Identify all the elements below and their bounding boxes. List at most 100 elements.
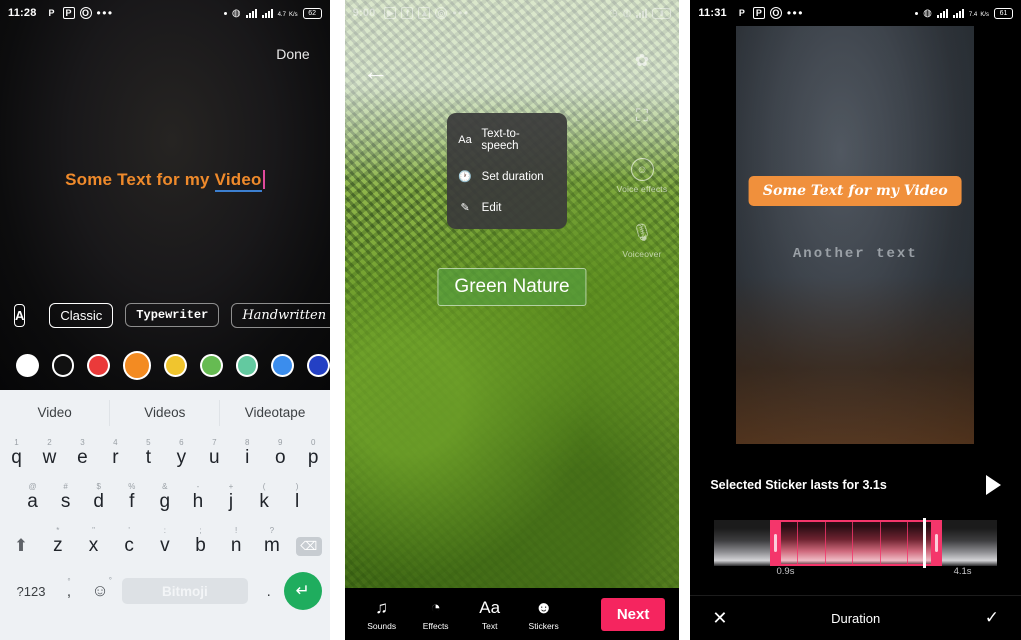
comma-key[interactable]: °, bbox=[54, 577, 84, 600]
key-j[interactable]: + j bbox=[214, 482, 247, 513]
backspace-key[interactable]: ⌫ bbox=[290, 536, 328, 556]
numbers-key[interactable]: ?123 bbox=[8, 584, 54, 599]
video-preview[interactable]: Some Text for my Video Another text bbox=[736, 26, 975, 444]
spacebar-key[interactable]: Bitmoji bbox=[122, 578, 248, 604]
color-swatch-green[interactable] bbox=[200, 353, 223, 377]
voiceover-side-tool[interactable]: 🎙 Voiceover bbox=[622, 220, 661, 259]
sounds-button[interactable]: ♫ Sounds bbox=[355, 598, 409, 631]
key-a[interactable]: @ a bbox=[16, 482, 49, 513]
text-input-area[interactable]: Some Text for my Video bbox=[0, 170, 330, 192]
wifi-icon: ◍ bbox=[231, 7, 241, 19]
color-swatch-yellow[interactable] bbox=[164, 353, 188, 377]
key-w[interactable]: 2w bbox=[33, 438, 66, 469]
key-p[interactable]: 0p bbox=[297, 438, 330, 469]
suggestion-3[interactable]: Videotape bbox=[220, 400, 329, 426]
font-option-handwritten[interactable]: Handwritten bbox=[231, 302, 330, 328]
stickers-button[interactable]: ☻ Stickers bbox=[517, 598, 571, 631]
font-option-typewriter[interactable]: Typewriter bbox=[125, 303, 220, 327]
network-speed: 7.4 K/s bbox=[968, 12, 989, 18]
timeline-selection[interactable] bbox=[769, 518, 942, 568]
duration-timeline[interactable] bbox=[714, 518, 997, 568]
menu-item-edit[interactable]: ✎ Edit bbox=[447, 192, 567, 223]
key-c[interactable]: ' c bbox=[111, 526, 147, 557]
trim-handle-left[interactable] bbox=[769, 520, 781, 566]
key-f[interactable]: % f bbox=[115, 482, 148, 513]
voice-effects-side-tool[interactable]: ☺ Voice effects bbox=[617, 158, 668, 194]
key-y[interactable]: 6y bbox=[165, 438, 198, 469]
key-x[interactable]: " x bbox=[76, 526, 112, 557]
shift-key[interactable]: ⬆ bbox=[2, 536, 40, 556]
key-l[interactable]: ) l bbox=[281, 482, 314, 513]
music-note-icon: ♫ bbox=[375, 597, 389, 617]
stickers-icon: ✿ bbox=[634, 51, 650, 70]
powerpoint-icon: P bbox=[752, 7, 765, 19]
video-text-overlay[interactable]: Green Nature bbox=[437, 268, 587, 306]
sticker-overlay-primary[interactable]: Some Text for my Video bbox=[748, 176, 962, 206]
key-q[interactable]: 1q bbox=[0, 438, 33, 469]
next-button[interactable]: Next bbox=[600, 597, 666, 631]
battery-icon: 62 bbox=[302, 7, 322, 19]
status-right-cluster: ◍ 4.7 K/s 62 bbox=[223, 7, 322, 19]
key-z[interactable]: * z bbox=[40, 526, 76, 557]
menu-item-set-duration[interactable]: 🕐 Set duration bbox=[447, 161, 567, 192]
key-g[interactable]: & g bbox=[148, 482, 181, 513]
keyboard: Video Videos Videotape 1q 2w 3e 4r 5t 6y… bbox=[0, 390, 330, 640]
suggestion-bar: Video Videos Videotape bbox=[0, 390, 330, 436]
timeline-frame-right-2 bbox=[969, 520, 997, 566]
color-swatch-red[interactable] bbox=[87, 353, 110, 377]
trim-handle-right[interactable] bbox=[930, 520, 942, 566]
alarm-icon: ◷ bbox=[608, 7, 618, 19]
emoji-key[interactable]: ° ☺ bbox=[84, 576, 116, 601]
timeline-playhead[interactable] bbox=[923, 518, 927, 568]
period-key[interactable]: . bbox=[254, 583, 284, 600]
sticker-overlay-secondary[interactable]: Another text bbox=[793, 246, 918, 262]
signal-bars-2-icon bbox=[261, 8, 273, 18]
clock-icon: 🕐 bbox=[458, 171, 472, 183]
back-button[interactable]: ← bbox=[363, 58, 389, 84]
key-n[interactable]: ! n bbox=[218, 526, 254, 557]
editing-text[interactable]: Some Text for my Video bbox=[65, 170, 265, 192]
key-t[interactable]: 5t bbox=[132, 438, 165, 469]
text-style-icon[interactable]: A bbox=[14, 303, 26, 327]
font-option-classic[interactable]: Classic bbox=[49, 302, 114, 328]
key-v[interactable]: :v bbox=[147, 526, 183, 557]
key-e[interactable]: 3e bbox=[66, 438, 99, 469]
key-m[interactable]: ? m bbox=[254, 526, 290, 557]
voice-effects-icon: ☺ bbox=[630, 158, 654, 181]
color-swatch-orange[interactable] bbox=[122, 350, 152, 380]
key-s[interactable]: # s bbox=[49, 482, 82, 513]
color-swatch-indigo[interactable] bbox=[307, 353, 330, 377]
key-b[interactable]: ; b bbox=[183, 526, 219, 557]
done-button[interactable]: Done bbox=[276, 46, 309, 62]
key-o[interactable]: 9o bbox=[264, 438, 297, 469]
effects-button[interactable]: ◔ Effects bbox=[409, 598, 463, 631]
signal-bars-icon bbox=[636, 8, 648, 18]
key-i[interactable]: 8i bbox=[231, 438, 264, 469]
status-time: 9:00 bbox=[352, 7, 376, 19]
key-u[interactable]: 7u bbox=[198, 438, 231, 469]
status-bar-panel3: 11:31 P P O ••• ◍ 7.4 K/s 61 bbox=[690, 0, 1021, 26]
stickers-side-tool[interactable]: ✿ bbox=[629, 48, 655, 77]
key-d[interactable]: $ d bbox=[82, 482, 115, 513]
crop-side-tool[interactable]: ⛶ bbox=[629, 103, 655, 132]
key-h[interactable]: -h bbox=[181, 482, 214, 513]
key-k[interactable]: (k bbox=[248, 482, 281, 513]
cancel-button[interactable]: ✕ bbox=[712, 608, 727, 629]
color-swatch-black[interactable] bbox=[51, 353, 75, 377]
color-swatch-white[interactable] bbox=[16, 353, 39, 377]
color-swatch-blue[interactable] bbox=[271, 353, 295, 377]
key-r[interactable]: 4r bbox=[99, 438, 132, 469]
menu-item-text-to-speech[interactable]: Aa Text-to-speech bbox=[447, 119, 567, 161]
suggestion-2[interactable]: Videos bbox=[110, 400, 221, 426]
color-swatch-mint[interactable] bbox=[235, 353, 259, 377]
pencil-icon: ✎ bbox=[460, 202, 470, 214]
pinterest-icon: P bbox=[738, 8, 745, 18]
play-icon[interactable] bbox=[985, 475, 1001, 495]
keyboard-row-4: ?123 °, ° ☺ Bitmoji . ↵ bbox=[0, 568, 330, 614]
editor-bottom-toolbar: ♫ Sounds ◔ Effects Aa Text ☻ Stickers Ne… bbox=[344, 588, 680, 640]
enter-key[interactable]: ↵ bbox=[283, 572, 322, 610]
text-button[interactable]: Aa Text bbox=[463, 598, 517, 631]
notification-dot-icon bbox=[223, 11, 227, 15]
confirm-button[interactable]: ✓ bbox=[985, 608, 999, 628]
suggestion-1[interactable]: Video bbox=[0, 400, 111, 426]
